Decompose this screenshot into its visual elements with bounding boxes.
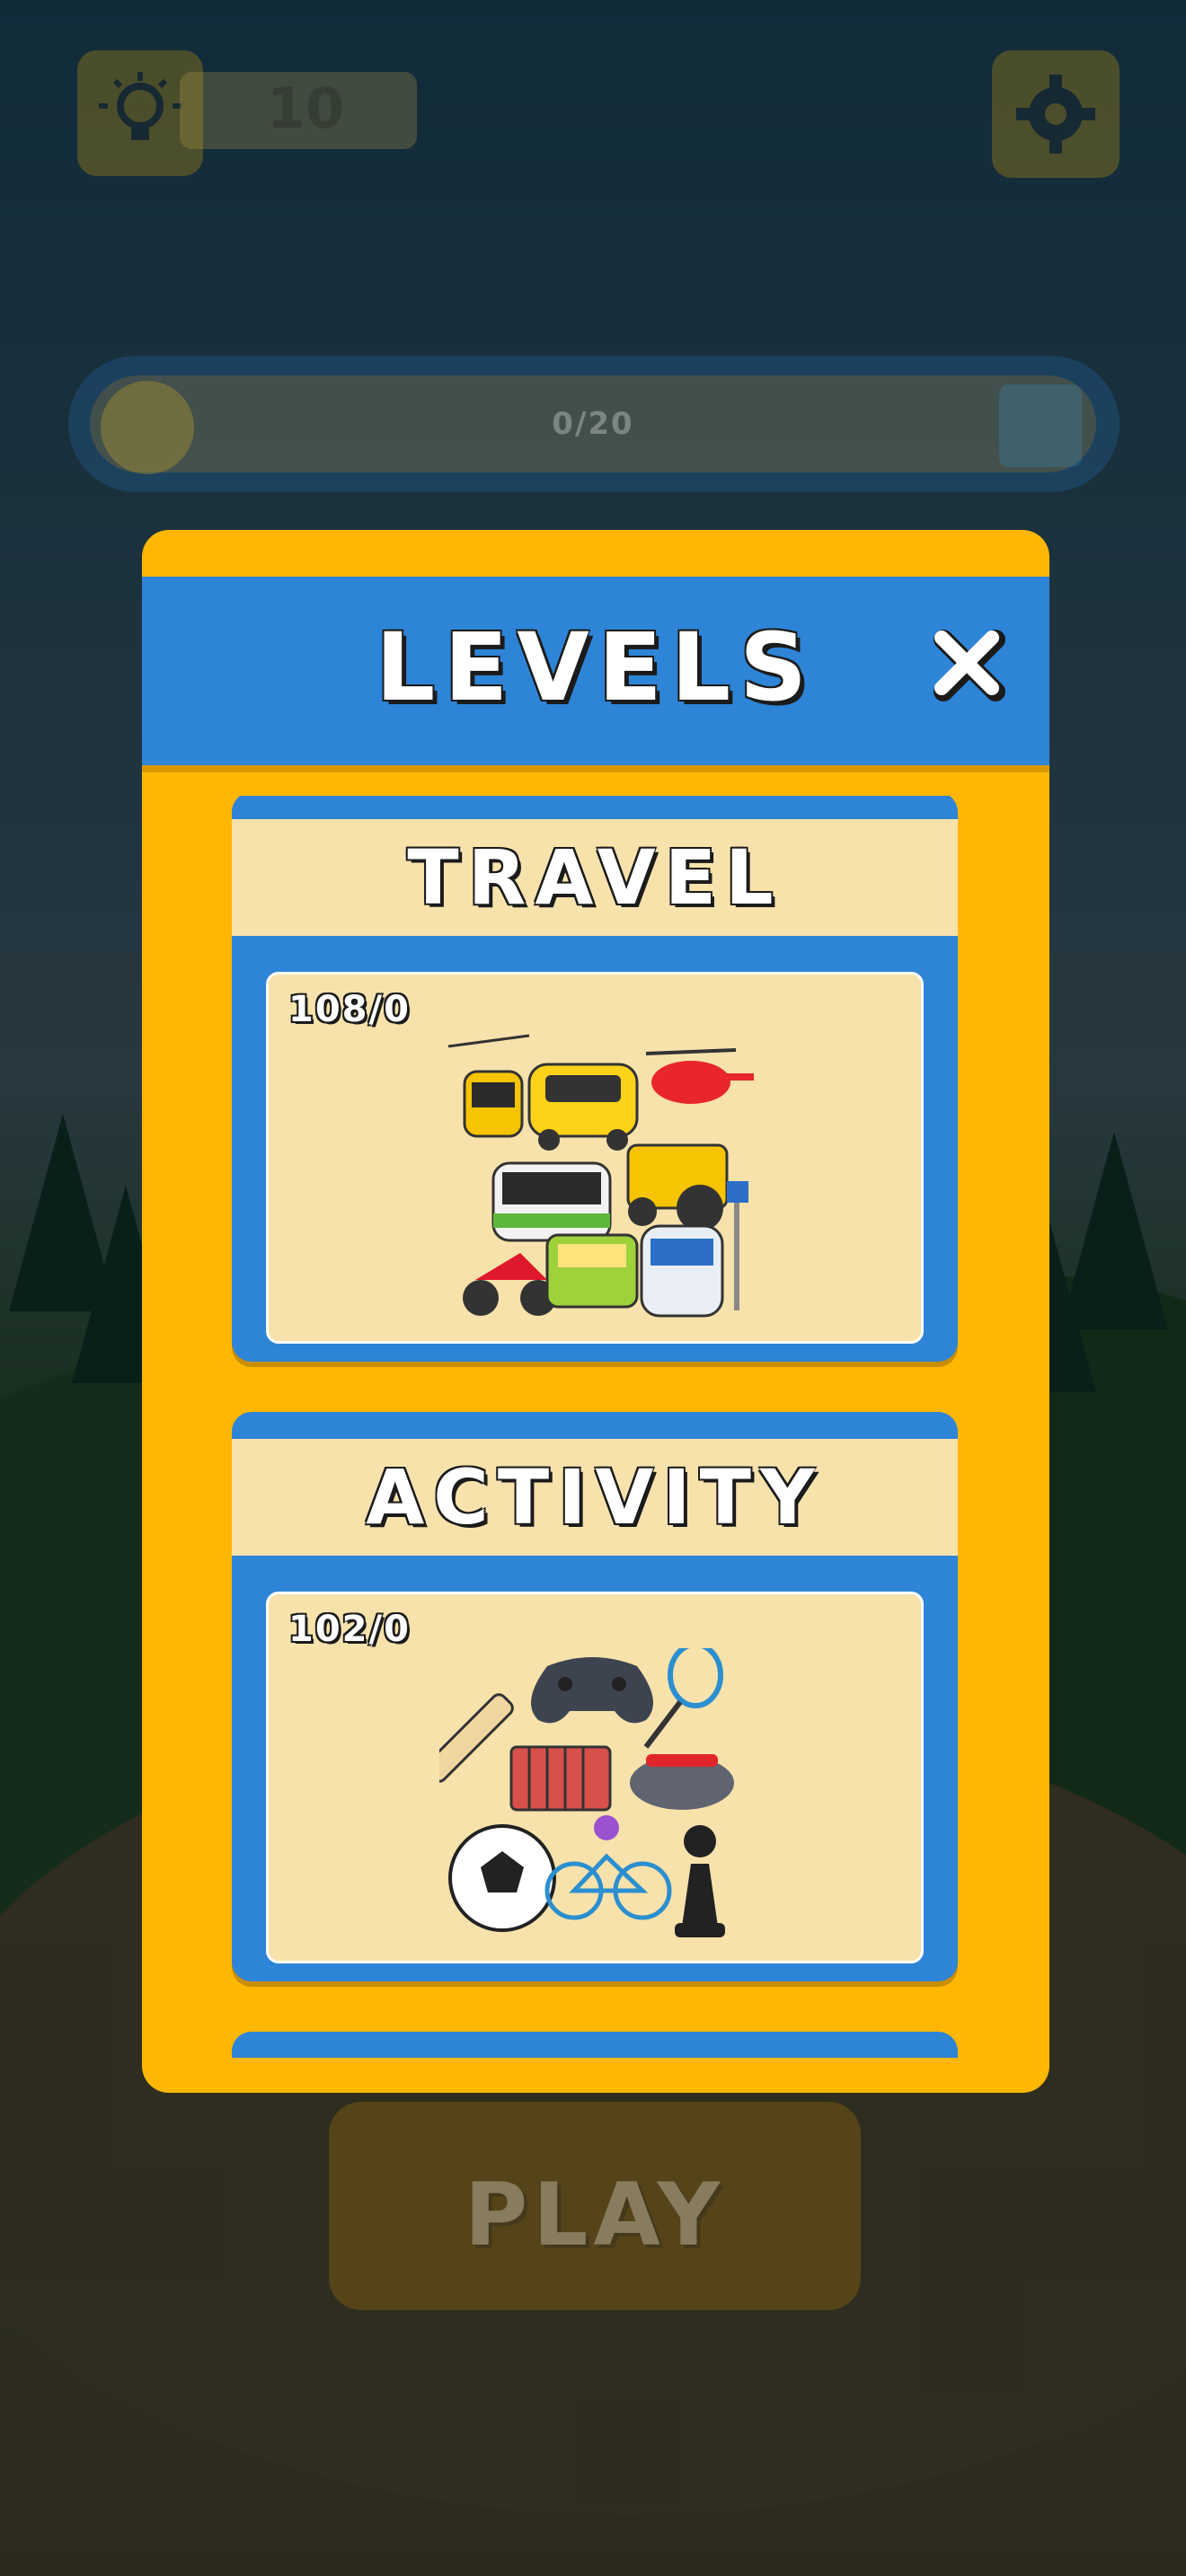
category-card-activity[interactable]: ACTIVITY 102/0 bbox=[232, 1412, 958, 1981]
play-label: PLAY bbox=[464, 2165, 726, 2265]
settings-button bbox=[992, 50, 1120, 178]
smiley-icon bbox=[101, 381, 194, 474]
gift-icon bbox=[999, 384, 1082, 467]
vehicles-collage-icon bbox=[447, 1034, 754, 1318]
coin-count: 10 bbox=[266, 75, 345, 141]
category-title: TRAVEL bbox=[407, 834, 783, 922]
category-preview: 102/0 bbox=[266, 1592, 924, 1963]
close-button[interactable] bbox=[924, 620, 1013, 710]
levels-modal: LEVELS TRAVEL 108/0 ACTIVITY 102/0 bbox=[142, 530, 1049, 2093]
close-icon bbox=[934, 630, 1005, 701]
category-card-next[interactable] bbox=[232, 2032, 958, 2058]
category-preview: 108/0 bbox=[266, 972, 924, 1344]
modal-title: LEVELS bbox=[375, 613, 816, 722]
category-count: 108/0 bbox=[288, 989, 411, 1030]
category-card-travel[interactable]: TRAVEL 108/0 bbox=[232, 796, 958, 1362]
category-list[interactable]: TRAVEL 108/0 ACTIVITY 102/0 bbox=[232, 796, 960, 2058]
category-count: 102/0 bbox=[288, 1609, 411, 1650]
lightbulb-icon bbox=[99, 72, 181, 140]
category-title: ACTIVITY bbox=[366, 1453, 824, 1541]
progress-text: 0/20 bbox=[552, 406, 634, 442]
sports-collage-icon bbox=[439, 1648, 734, 1937]
gear-icon bbox=[1016, 75, 1095, 154]
